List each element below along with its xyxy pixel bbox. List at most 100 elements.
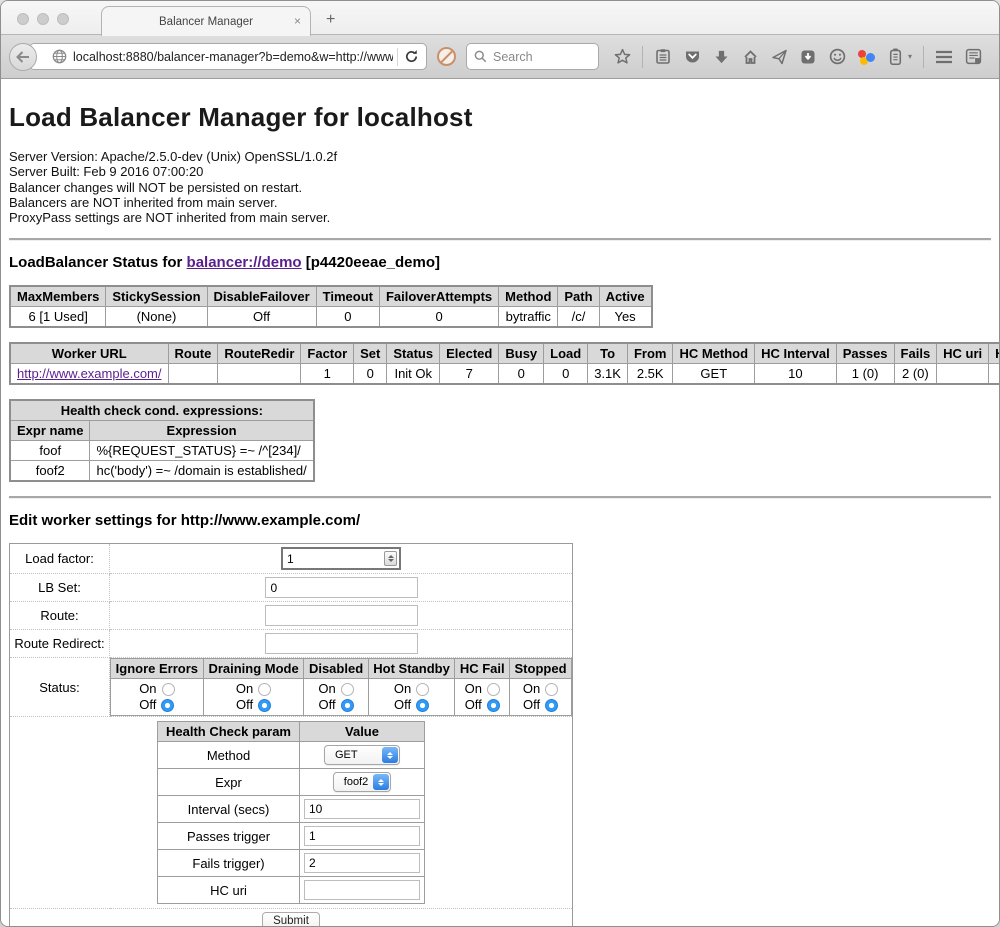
hc-expr-label: Expr	[158, 769, 300, 796]
back-button[interactable]	[9, 43, 37, 71]
bookmark-star-icon[interactable]	[613, 48, 631, 66]
page-content: Load Balancer Manager for localhost Serv…	[1, 79, 999, 927]
hc-expressions-title: Health check cond. expressions:	[10, 400, 314, 421]
pocket-icon[interactable]	[683, 48, 701, 66]
grid-extension-icon[interactable]	[964, 48, 982, 66]
toolbar-separator	[642, 46, 643, 68]
route-label: Route:	[10, 602, 110, 630]
status-on-radio[interactable]	[487, 683, 500, 696]
hc-uri-input[interactable]	[304, 880, 420, 900]
route-redirect-label: Route Redirect:	[10, 630, 110, 658]
hc-passes-label: Passes trigger	[158, 823, 300, 850]
zoom-window-button[interactable]	[57, 13, 69, 25]
site-identity-globe-icon[interactable]	[52, 49, 67, 64]
balancer-status-heading: LoadBalancer Status for balancer://demo …	[9, 254, 991, 271]
status-off-radio[interactable]	[545, 699, 558, 712]
load-factor-input[interactable]: 1	[281, 547, 401, 570]
status-cell-stopped: On Off	[510, 679, 572, 716]
back-arrow-icon	[16, 51, 30, 63]
status-off-radio[interactable]	[487, 699, 500, 712]
battery-extension-icon[interactable]	[886, 48, 904, 66]
route-redirect-input[interactable]	[265, 633, 418, 654]
select-chevrons-icon	[373, 774, 389, 790]
hc-fails-input[interactable]	[304, 853, 420, 873]
table-row: http://www.example.com/ 1 0 Init Ok 7 0 …	[10, 364, 999, 385]
hc-interval-label: Interval (secs)	[158, 796, 300, 823]
hc-passes-input[interactable]	[304, 826, 420, 846]
status-off-radio[interactable]	[416, 699, 429, 712]
status-off-radio[interactable]	[161, 699, 174, 712]
balancer-status-table: MaxMembers StickySession DisableFailover…	[9, 285, 653, 328]
overflow-caret-icon[interactable]: ▾	[908, 52, 912, 61]
send-tab-icon[interactable]	[770, 48, 788, 66]
url-bar[interactable]: localhost:8880/balancer-manager?b=demo&w…	[29, 43, 427, 70]
health-check-params-table: Health Check param Value Method GET	[157, 721, 425, 904]
content-blocker-icon[interactable]	[437, 47, 456, 66]
toolbar-separator	[923, 46, 924, 68]
home-icon[interactable]	[741, 48, 759, 66]
feedback-smiley-icon[interactable]	[828, 48, 846, 66]
balancer-demo-link[interactable]: balancer://demo	[187, 254, 302, 271]
worker-url-link[interactable]: http://www.example.com/	[17, 366, 162, 381]
edit-worker-heading: Edit worker settings for http://www.exam…	[9, 512, 991, 529]
table-row: 6 [1 Used] (None) Off 0 0 bytraffic /c/ …	[10, 307, 652, 328]
status-on-radio[interactable]	[545, 683, 558, 696]
toolbar-buttons: ▾	[613, 46, 982, 68]
hc-expr-select[interactable]: foof2	[333, 772, 391, 792]
status-on-radio[interactable]	[341, 683, 354, 696]
status-cell-hot-standby: On Off	[368, 679, 455, 716]
number-spinner-icon[interactable]	[384, 551, 397, 566]
urlbar-divider	[397, 48, 398, 66]
extension-download-icon[interactable]	[799, 48, 817, 66]
color-dots-extension-icon[interactable]	[857, 48, 875, 66]
status-options-table: Ignore Errors Draining Mode Disabled Hot…	[110, 658, 572, 716]
minimize-window-button[interactable]	[37, 13, 49, 25]
status-cell-draining-mode: On Off	[203, 679, 304, 716]
downloads-icon[interactable]	[712, 48, 730, 66]
divider	[9, 238, 991, 241]
hc-method-label: Method	[158, 742, 300, 769]
select-chevrons-icon	[382, 747, 398, 763]
load-factor-label: Load factor:	[10, 544, 110, 574]
reading-list-icon[interactable]	[654, 48, 672, 66]
hc-expressions-table: Health check cond. expressions: Expr nam…	[9, 399, 315, 482]
server-info: Server Version: Apache/2.5.0-dev (Unix) …	[9, 149, 991, 225]
status-on-radio[interactable]	[258, 683, 271, 696]
hc-interval-input[interactable]	[304, 799, 420, 819]
status-off-radio[interactable]	[341, 699, 354, 712]
new-tab-button[interactable]: +	[326, 11, 335, 29]
tab-close-icon[interactable]: ×	[294, 15, 301, 27]
edit-worker-form: Load factor: 1 LB Set: Route: Route Redi…	[9, 543, 573, 927]
hc-method-select[interactable]: GET	[324, 745, 400, 765]
menu-hamburger-icon[interactable]	[935, 48, 953, 66]
lb-set-input[interactable]	[265, 577, 418, 598]
status-off-radio[interactable]	[258, 699, 271, 712]
close-window-button[interactable]	[17, 13, 29, 25]
status-cell-ignore-errors: On Off	[111, 679, 204, 716]
table-row: foof2 hc('body') =~ /domain is establish…	[10, 461, 314, 482]
proxypass-note-line: ProxyPass settings are NOT inherited fro…	[9, 210, 991, 225]
search-placeholder: Search	[493, 50, 533, 64]
server-version-line: Server Version: Apache/2.5.0-dev (Unix) …	[9, 149, 991, 164]
search-icon	[474, 50, 487, 63]
status-on-radio[interactable]	[162, 683, 175, 696]
url-text[interactable]: localhost:8880/balancer-manager?b=demo&w…	[73, 50, 393, 64]
search-bar[interactable]: Search	[466, 43, 599, 70]
tab-balancer-manager[interactable]: Balancer Manager ×	[101, 6, 311, 36]
navigation-toolbar: localhost:8880/balancer-manager?b=demo&w…	[1, 35, 999, 79]
window-controls[interactable]	[17, 13, 69, 25]
tab-title: Balancer Manager	[159, 16, 253, 28]
route-input[interactable]	[265, 605, 418, 626]
tab-strip: Balancer Manager × +	[1, 1, 999, 35]
page-title: Load Balancer Manager for localhost	[9, 102, 991, 133]
reload-button[interactable]	[402, 49, 426, 64]
persist-note-line: Balancer changes will NOT be persisted o…	[9, 180, 991, 195]
worker-status-table: Worker URL Route RouteRedir Factor Set S…	[9, 342, 999, 385]
status-cell-hc-fail: On Off	[455, 679, 510, 716]
server-built-line: Server Built: Feb 9 2016 07:00:20	[9, 164, 991, 179]
submit-button[interactable]: Submit	[262, 912, 320, 927]
status-label: Status:	[10, 658, 110, 717]
status-on-radio[interactable]	[416, 683, 429, 696]
browser-window: Balancer Manager × + localhost:8880/bala…	[0, 0, 1000, 927]
status-cell-disabled: On Off	[304, 679, 368, 716]
